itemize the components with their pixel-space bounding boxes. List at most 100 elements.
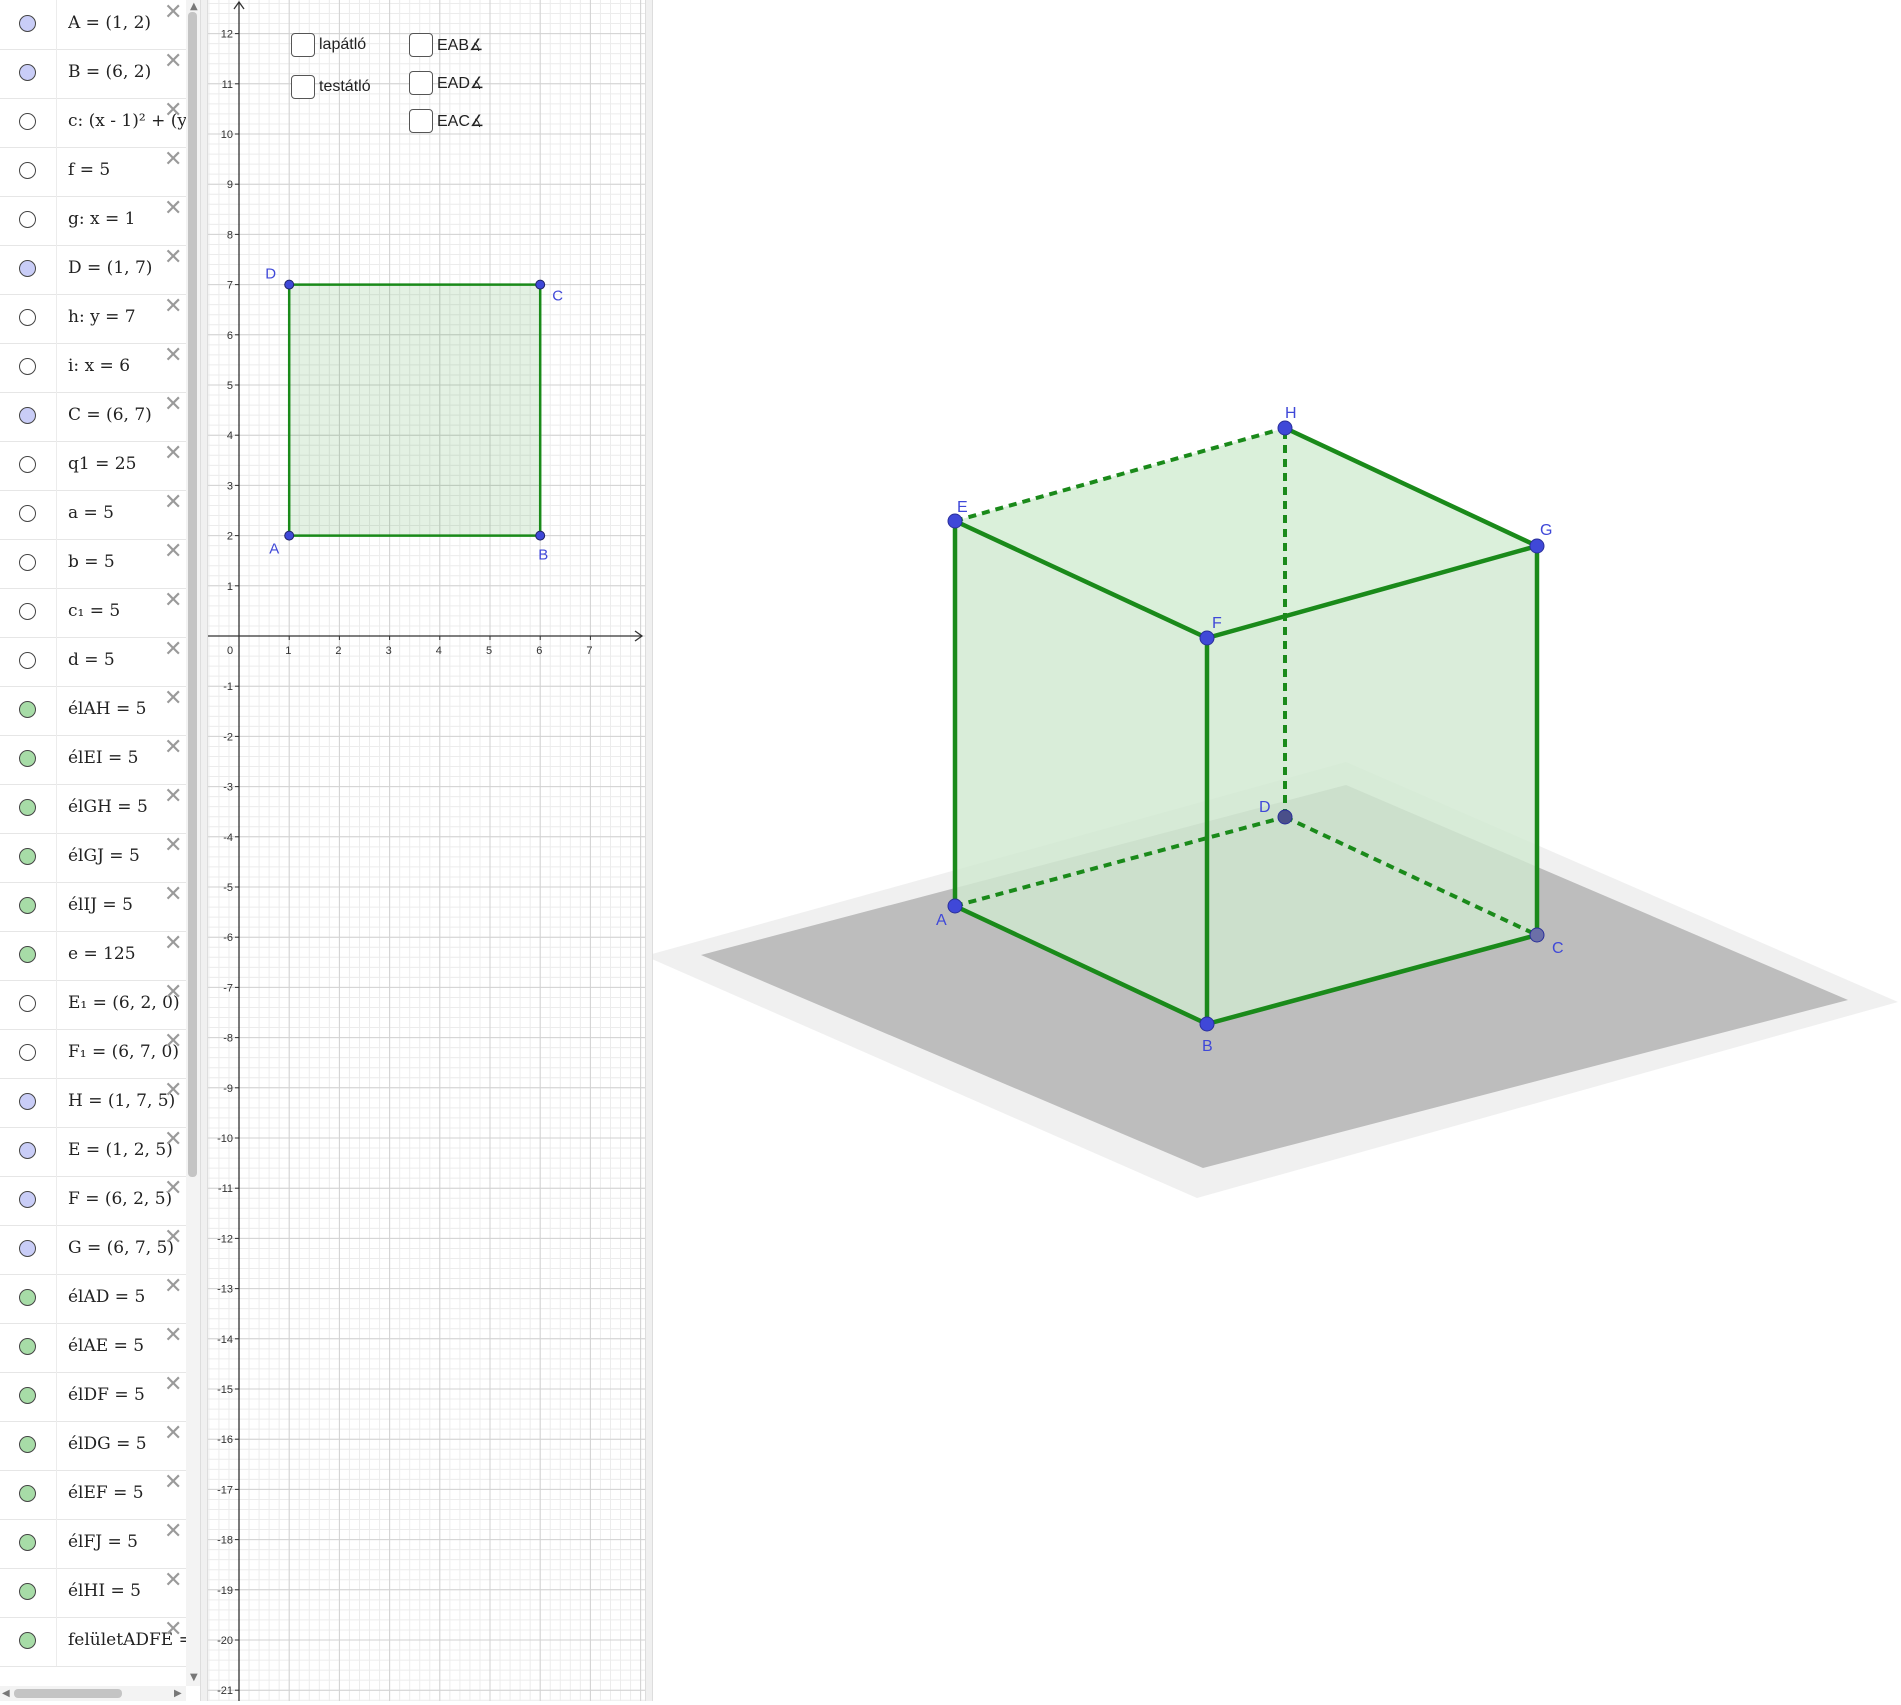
algebra-item[interactable]: élEI = 5 ✕ <box>0 735 186 785</box>
visibility-toggle-icon[interactable] <box>19 162 36 179</box>
algebra-item[interactable]: élEF = 5 ✕ <box>0 1470 186 1520</box>
panel-splitter[interactable] <box>200 0 208 1701</box>
delete-icon[interactable]: ✕ <box>164 1178 182 1200</box>
delete-icon[interactable]: ✕ <box>164 1129 182 1151</box>
algebra-item[interactable]: i: x = 6 ✕ <box>0 343 186 393</box>
visibility-toggle-icon[interactable] <box>19 1583 36 1600</box>
square-polygon[interactable] <box>287 283 542 537</box>
vertex-C[interactable] <box>1529 927 1545 943</box>
delete-icon[interactable]: ✕ <box>164 982 182 1004</box>
algebra-horizontal-scroll-thumb[interactable] <box>14 1689 122 1698</box>
visibility-toggle-icon[interactable] <box>19 1044 36 1061</box>
vertex-B[interactable] <box>1199 1016 1215 1032</box>
algebra-item[interactable]: e = 125 ✕ <box>0 931 186 981</box>
algebra-item[interactable]: h: y = 7 ✕ <box>0 294 186 344</box>
delete-icon[interactable]: ✕ <box>164 1325 182 1347</box>
delete-icon[interactable]: ✕ <box>164 345 182 367</box>
delete-icon[interactable]: ✕ <box>164 1570 182 1592</box>
visibility-toggle-icon[interactable] <box>19 1485 36 1502</box>
checkbox-box[interactable] <box>409 71 433 95</box>
vertex-G[interactable] <box>1529 538 1545 554</box>
algebra-item[interactable]: F = (6, 2, 5) ✕ <box>0 1176 186 1226</box>
delete-icon[interactable]: ✕ <box>164 1374 182 1396</box>
visibility-toggle-icon[interactable] <box>19 799 36 816</box>
visibility-toggle-icon[interactable] <box>19 897 36 914</box>
algebra-item[interactable]: élDF = 5 ✕ <box>0 1372 186 1422</box>
algebra-item[interactable]: D = (1, 7) ✕ <box>0 245 186 295</box>
delete-icon[interactable]: ✕ <box>164 541 182 563</box>
algebra-item[interactable]: felületADFE = ✕ <box>0 1617 186 1667</box>
scroll-down-icon[interactable]: ▼ <box>190 1672 198 1683</box>
delete-icon[interactable]: ✕ <box>164 394 182 416</box>
algebra-item[interactable]: élAD = 5 ✕ <box>0 1274 186 1324</box>
visibility-toggle-icon[interactable] <box>19 505 36 522</box>
visibility-toggle-icon[interactable] <box>19 652 36 669</box>
algebra-item[interactable]: c: (x - 1)² + (y ✕ <box>0 98 186 148</box>
visibility-toggle-icon[interactable] <box>19 309 36 326</box>
visibility-toggle-icon[interactable] <box>19 1534 36 1551</box>
visibility-toggle-icon[interactable] <box>19 603 36 620</box>
visibility-toggle-icon[interactable] <box>19 1338 36 1355</box>
vertex-H[interactable] <box>1277 420 1293 436</box>
delete-icon[interactable]: ✕ <box>164 786 182 808</box>
algebra-item[interactable]: q1 = 25 ✕ <box>0 441 186 491</box>
checkbox-box[interactable] <box>291 75 315 99</box>
delete-icon[interactable]: ✕ <box>164 1227 182 1249</box>
visibility-toggle-icon[interactable] <box>19 1387 36 1404</box>
vertex-D[interactable] <box>1277 809 1293 825</box>
visibility-toggle-icon[interactable] <box>19 1289 36 1306</box>
visibility-toggle-icon[interactable] <box>19 113 36 130</box>
delete-icon[interactable]: ✕ <box>164 296 182 318</box>
delete-icon[interactable]: ✕ <box>164 2 182 24</box>
point-D[interactable] <box>284 279 295 290</box>
point-C[interactable] <box>535 279 546 290</box>
visibility-toggle-icon[interactable] <box>19 848 36 865</box>
delete-icon[interactable]: ✕ <box>164 835 182 857</box>
checkbox-testatlo[interactable]: testátló <box>291 75 371 99</box>
delete-icon[interactable]: ✕ <box>164 149 182 171</box>
delete-icon[interactable]: ✕ <box>164 492 182 514</box>
checkbox-eab-angle[interactable]: EAB∡ <box>409 33 483 57</box>
algebra-item[interactable]: élIJ = 5 ✕ <box>0 882 186 932</box>
algebra-item[interactable]: E₁ = (6, 2, 0) ✕ <box>0 980 186 1030</box>
algebra-item[interactable]: E = (1, 2, 5) ✕ <box>0 1127 186 1177</box>
checkbox-box[interactable] <box>291 33 315 57</box>
algebra-item[interactable]: C = (6, 7) ✕ <box>0 392 186 442</box>
delete-icon[interactable]: ✕ <box>164 443 182 465</box>
vertex-F[interactable] <box>1199 630 1215 646</box>
delete-icon[interactable]: ✕ <box>164 51 182 73</box>
delete-icon[interactable]: ✕ <box>164 933 182 955</box>
scroll-right-icon[interactable]: ▶ <box>174 1688 182 1699</box>
algebra-item[interactable]: H = (1, 7, 5) ✕ <box>0 1078 186 1128</box>
visibility-toggle-icon[interactable] <box>19 1632 36 1649</box>
visibility-toggle-icon[interactable] <box>19 701 36 718</box>
algebra-view[interactable]: A = (1, 2) ✕ B = (6, 2) ✕ c: (x - 1)² + (y ✕ f… <box>0 0 200 1701</box>
algebra-item[interactable]: élAE = 5 ✕ <box>0 1323 186 1373</box>
panel-splitter[interactable] <box>645 0 653 1701</box>
delete-icon[interactable]: ✕ <box>164 247 182 269</box>
graphics-3d-canvas[interactable]: A B C D E F G H <box>645 0 1901 1701</box>
algebra-item[interactable]: F₁ = (6, 7, 0) ✕ <box>0 1029 186 1079</box>
visibility-toggle-icon[interactable] <box>19 995 36 1012</box>
algebra-item[interactable]: A = (1, 2) ✕ <box>0 0 186 50</box>
delete-icon[interactable]: ✕ <box>164 884 182 906</box>
algebra-item[interactable]: g: x = 1 ✕ <box>0 196 186 246</box>
algebra-item[interactable]: f = 5 ✕ <box>0 147 186 197</box>
visibility-toggle-icon[interactable] <box>19 15 36 32</box>
algebra-item[interactable]: élHI = 5 ✕ <box>0 1568 186 1618</box>
visibility-toggle-icon[interactable] <box>19 456 36 473</box>
algebra-item[interactable]: a = 5 ✕ <box>0 490 186 540</box>
point-A[interactable] <box>284 530 295 541</box>
algebra-item[interactable]: élDG = 5 ✕ <box>0 1421 186 1471</box>
graphics-2d-view[interactable]: 0 1 2 3 4 5 6 7 12 11 10 9 8 7 6 5 4 3 2 1 -1 -2 -3 -4 -5 -6 -7 -8-… <box>188 0 645 1701</box>
delete-icon[interactable]: ✕ <box>164 590 182 612</box>
visibility-toggle-icon[interactable] <box>19 211 36 228</box>
visibility-toggle-icon[interactable] <box>19 1240 36 1257</box>
algebra-item[interactable]: c₁ = 5 ✕ <box>0 588 186 638</box>
visibility-toggle-icon[interactable] <box>19 1191 36 1208</box>
checkbox-ead-angle[interactable]: EAD∡ <box>409 71 484 95</box>
visibility-toggle-icon[interactable] <box>19 554 36 571</box>
delete-icon[interactable]: ✕ <box>164 1080 182 1102</box>
algebra-vertical-scroll-thumb[interactable] <box>188 12 197 1177</box>
visibility-toggle-icon[interactable] <box>19 946 36 963</box>
